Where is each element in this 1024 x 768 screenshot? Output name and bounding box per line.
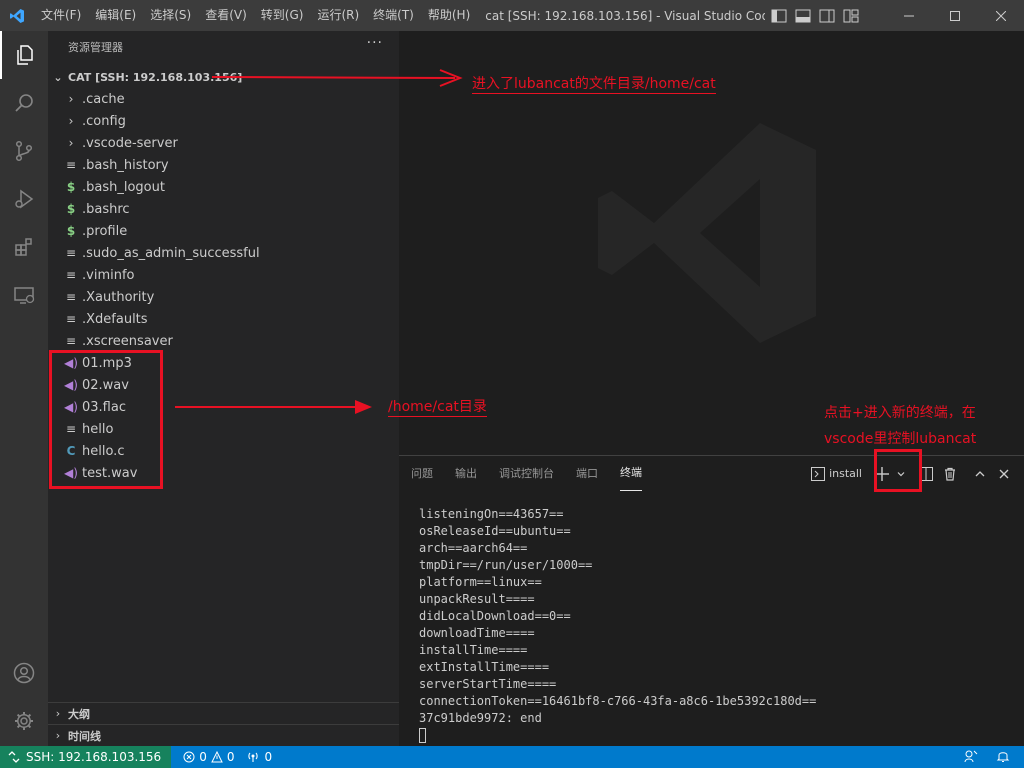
annotation-root-note: 进入了lubancat的文件目录/home/cat [472,73,716,94]
arrow-files [175,400,372,414]
annotation-terminal-note-2: vscode里控制lubancat [824,431,977,447]
audio-files-highlight [49,350,163,489]
arrow-root-folder [211,69,463,87]
new-terminal-highlight [874,449,922,492]
vscode-window: 文件(F) 编辑(E) 选择(S) 查看(V) 转到(G) 运行(R) 终端(T… [0,0,1024,768]
annotation-terminal-note-1: 点击+进入新的终端，在 [824,405,976,421]
annotation-files-note: /home/cat目录 [388,396,487,417]
